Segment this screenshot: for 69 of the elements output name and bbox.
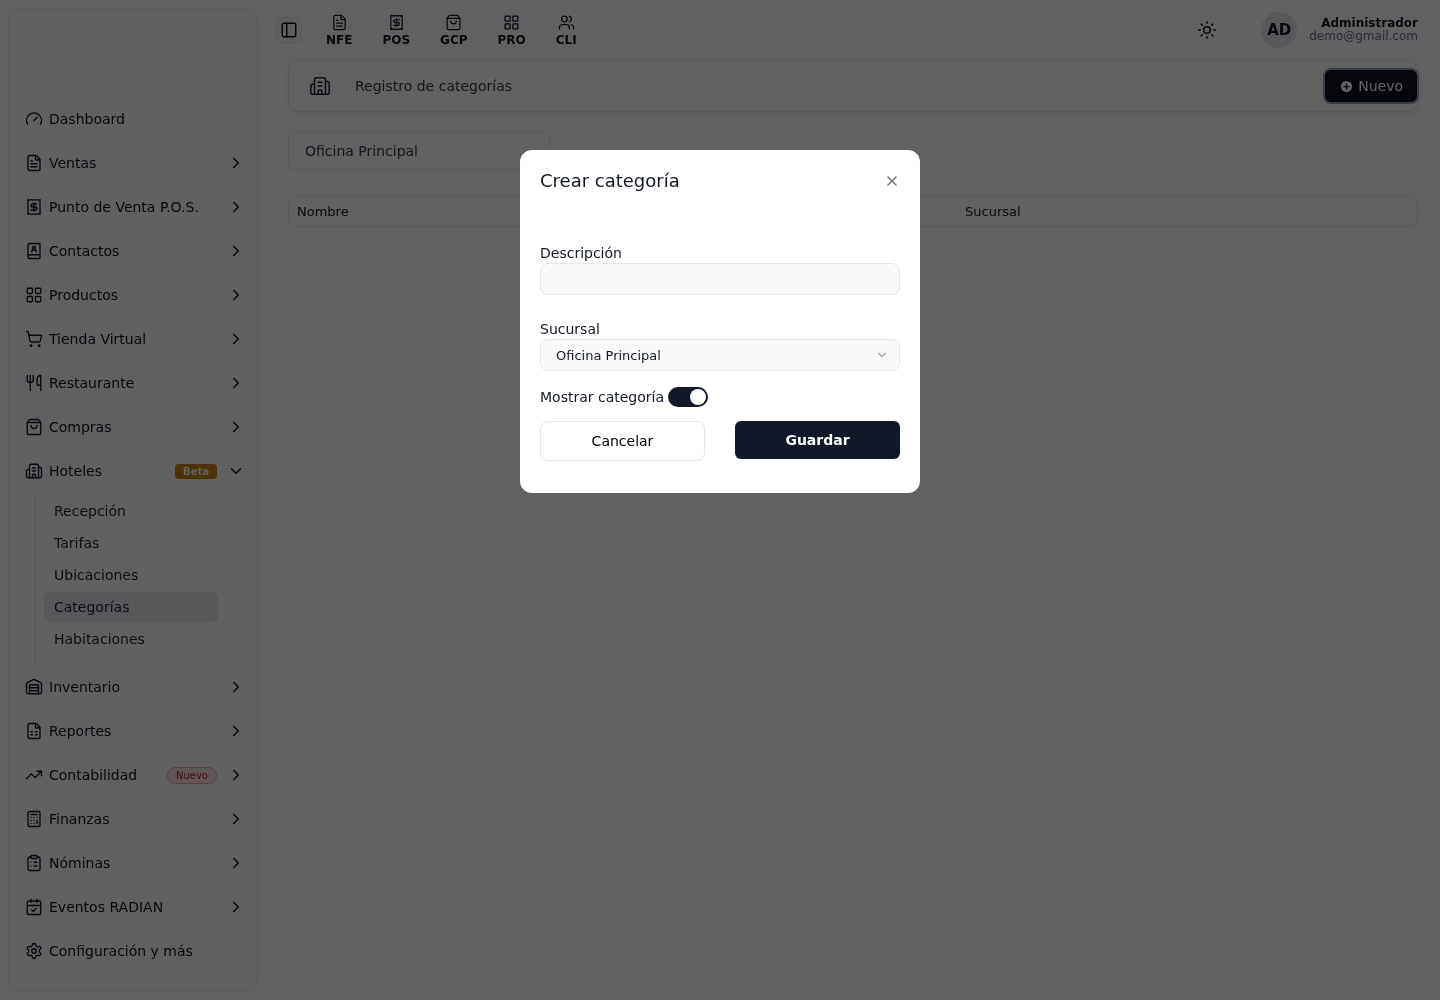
sidebar-item[interactable]: Eventos RADIAN	[25, 885, 249, 929]
spreadsheet-icon	[25, 722, 43, 740]
toggle-switch[interactable]	[668, 387, 709, 407]
sidebar-toggle-button[interactable]	[276, 17, 302, 43]
shortcut-button[interactable]: PRO	[497, 13, 526, 47]
grid-icon	[503, 13, 521, 31]
cancel-button[interactable]: Cancelar	[540, 421, 705, 461]
description-field[interactable]	[540, 263, 900, 295]
panel-icon	[280, 21, 298, 39]
toggle-label: Mostrar categoría	[540, 389, 665, 405]
utensils-icon	[25, 374, 43, 392]
submenu-item[interactable]: Categorías	[44, 592, 218, 622]
user-email: demo@gmail.com	[1309, 30, 1418, 44]
sidebar-item[interactable]: Nóminas	[25, 841, 249, 885]
bag-icon	[445, 13, 463, 31]
field-label: Sucursal	[540, 321, 601, 337]
submenu-item[interactable]: Recepción	[44, 496, 218, 526]
dialog-title: Crear categoría	[540, 170, 680, 191]
new-button[interactable]: Nuevo	[1323, 68, 1419, 104]
shortcut-button[interactable]: GCP	[440, 13, 468, 47]
branch-select[interactable]: Oficina Principal	[540, 339, 900, 371]
sidebar-item[interactable]: Punto de Venta P.O.S.	[25, 185, 249, 229]
calculator-icon	[25, 810, 43, 828]
sidebar-item[interactable]: Ventas	[25, 141, 249, 185]
badge: Beta	[175, 463, 217, 479]
document-icon	[330, 13, 348, 31]
column-header: Sucursal	[965, 204, 1022, 219]
sun-icon[interactable]	[1197, 20, 1218, 40]
submenu-item[interactable]: Habitaciones	[44, 624, 218, 654]
gauge-icon	[25, 110, 43, 128]
avatar[interactable]: AD	[1261, 12, 1298, 48]
cart-icon	[25, 330, 43, 348]
building-icon	[25, 462, 43, 480]
sidebar-item[interactable]: Hoteles Beta	[25, 449, 249, 493]
submenu-item[interactable]: Ubicaciones	[44, 560, 218, 590]
sidebar-item[interactable]: Compras	[25, 405, 249, 449]
document-icon	[25, 154, 43, 172]
sidebar-item[interactable]: Dashboard	[25, 97, 249, 141]
receipt-icon	[25, 198, 43, 216]
users-icon	[557, 13, 575, 31]
sidebar-item[interactable]: Finanzas	[25, 797, 249, 841]
calendar-icon	[25, 898, 43, 916]
plus-icon	[1339, 78, 1355, 94]
sidebar-item[interactable]: Configuración y más	[25, 929, 249, 973]
warehouse-icon	[25, 678, 43, 696]
column-header: Nombre	[297, 204, 350, 219]
sidebar-item[interactable]: Restaurante	[25, 361, 249, 405]
user-name: Administrador	[1321, 16, 1418, 30]
shortcut-button[interactable]: NFE	[326, 13, 353, 47]
settings-icon	[25, 942, 43, 960]
contact-book-icon	[25, 242, 43, 260]
receipt-icon	[387, 13, 405, 31]
save-button[interactable]: Guardar	[735, 421, 900, 459]
clipboard-icon	[25, 854, 43, 872]
page-title: Registro de categorías	[355, 78, 514, 94]
sidebar-item[interactable]: Reportes	[25, 709, 249, 753]
sidebar-item[interactable]: Tienda Virtual	[25, 317, 249, 361]
sidebar-item[interactable]: Inventario	[25, 665, 249, 709]
sidebar-item[interactable]: Contactos	[25, 229, 249, 273]
bag-icon	[25, 418, 43, 436]
field-label: Descripción	[540, 245, 623, 261]
shortcut-button[interactable]: POS	[382, 13, 411, 47]
building-icon	[309, 75, 331, 97]
shortcut-button[interactable]: CLI	[555, 13, 577, 47]
sidebar-item[interactable]: Contabilidad Nuevo	[25, 753, 249, 797]
sidebar-item[interactable]: Productos	[25, 273, 249, 317]
grid-icon	[25, 286, 43, 304]
badge: Nuevo	[167, 766, 217, 784]
submenu-item[interactable]: Tarifas	[44, 528, 218, 558]
